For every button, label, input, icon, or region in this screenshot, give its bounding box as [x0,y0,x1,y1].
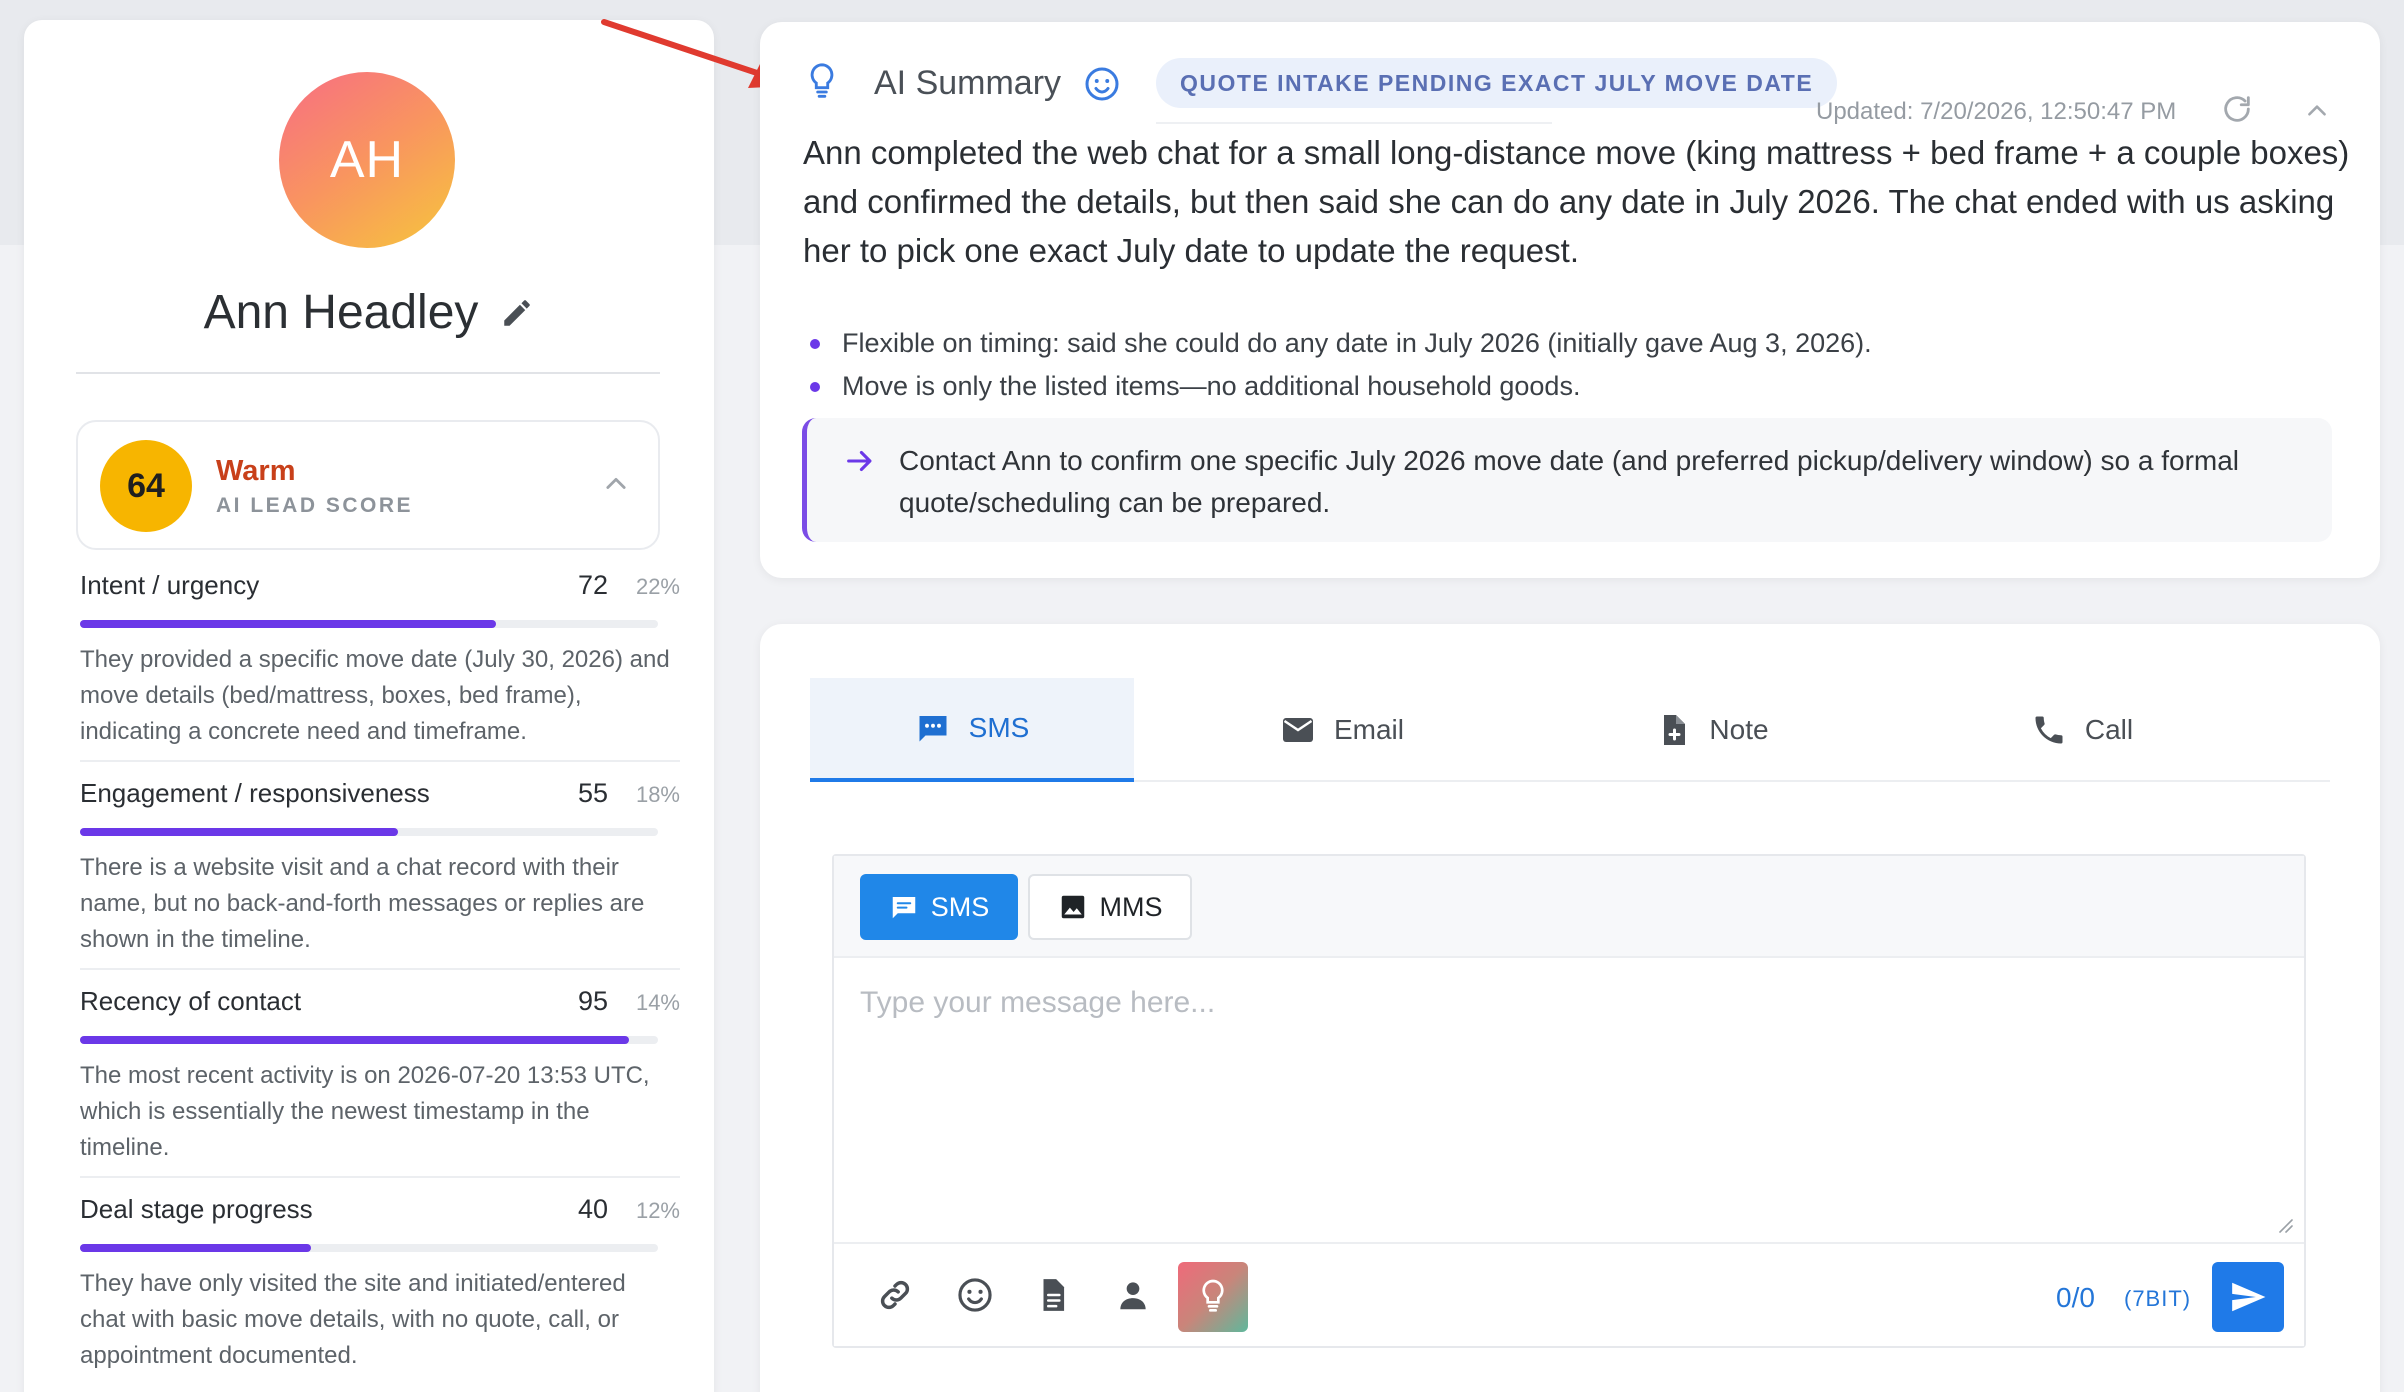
lightbulb-icon [804,62,840,102]
sms-mode-label: SMS [930,891,990,922]
contact-name-row: Ann Headley [24,285,714,340]
character-count: 0/0 [2056,1282,2095,1313]
ai-summary-title: AI Summary [874,64,1062,102]
metric-score: 40 [577,1194,608,1224]
metric-progress-track [80,620,658,628]
metric-description: The most recent activity is on 2026-07-2… [80,1062,650,1161]
metric-header: Intent / urgency 72 22% [80,570,680,610]
tab-label: SMS [968,712,1030,743]
message-type-toolbar: SMS MMS [834,856,2304,958]
tab-note[interactable]: Note [1550,678,1874,782]
summary-bullets: Flexible on timing: said she could do an… [810,322,2310,408]
metric-progress-track [80,828,658,836]
metric-score: 72 [577,570,608,600]
composer-toolbar: 0/0 (7BIT) [834,1242,2304,1346]
metric-weight: 14% [635,990,680,1015]
link-icon[interactable] [876,1276,914,1314]
metric-engagement: Engagement / responsiveness 55 18% There… [80,778,680,958]
pencil-icon[interactable] [500,296,534,330]
message-composer-card: SMS Email Note Call SMS MMS Type your me… [760,624,2380,1392]
metric-divider [80,1176,680,1178]
chat-bubble-icon [889,892,919,922]
lead-score-value: 64 [127,466,165,505]
lightbulb-icon [1197,1278,1229,1316]
image-icon [1058,892,1088,922]
summary-text: Ann completed the web chat for a small l… [803,134,2350,269]
send-button[interactable] [2212,1262,2284,1332]
avatar-initials: AH [329,131,405,189]
arrow-right-icon [843,444,877,478]
mms-mode-label: MMS [1099,891,1163,922]
divider [76,372,660,374]
metric-deal-stage: Deal stage progress 40 12% They have onl… [80,1194,680,1374]
metric-progress-fill [80,620,497,628]
tab-label: Email [1333,714,1404,745]
resize-handle-icon[interactable] [2276,1216,2294,1234]
metric-divider [80,968,680,970]
metric-name: Deal stage progress [80,1194,313,1224]
metric-weight: 18% [635,782,680,807]
tab-label: Note [1709,714,1769,745]
metric-name: Engagement / responsiveness [80,778,430,808]
phone-icon [2031,712,2067,748]
metric-intent: Intent / urgency 72 22% They provided a … [80,570,680,750]
contact-name: Ann Headley [203,286,479,339]
avatar: AH [279,72,455,248]
divider [1156,122,1552,124]
list-item: Flexible on timing: said she could do an… [810,322,2310,365]
chevron-up-icon[interactable] [2304,98,2330,124]
metric-progress-fill [80,1244,312,1252]
metric-divider [80,760,680,762]
next-action-box: Contact Ann to confirm one specific July… [802,418,2332,542]
channel-tabs: SMS Email Note Call [810,678,2330,782]
lead-score-sublabel: AI LEAD SCORE [216,494,414,517]
metric-progress-fill [80,1036,630,1044]
chevron-up-icon[interactable] [602,470,630,498]
metric-name: Intent / urgency [80,570,260,600]
lead-score-card[interactable]: 64 Warm AI LEAD SCORE [76,420,660,550]
note-add-icon [1655,712,1691,748]
metric-weight: 12% [635,1198,680,1223]
template-document-icon[interactable] [1034,1276,1072,1314]
next-action-text: Contact Ann to confirm one specific July… [899,445,2240,518]
metric-score: 55 [577,778,608,808]
metric-progress-track [80,1036,658,1044]
lead-score-badge: 64 [100,440,192,532]
send-icon [2229,1278,2267,1316]
chat-bubble-icon [915,710,951,746]
metric-progress-fill [80,828,398,836]
sms-mode-button[interactable]: SMS [860,874,1018,940]
lead-score-label: Warm [216,455,296,487]
status-badge: QUOTE INTAKE PENDING EXACT JULY MOVE DAT… [1156,58,1838,108]
metric-progress-track [80,1244,658,1252]
message-editor: SMS MMS 0/0 (7B [832,854,2306,1348]
contact-person-icon[interactable] [1114,1276,1152,1314]
metric-header: Recency of contact 95 14% [80,986,680,1026]
updated-timestamp: Updated: 7/20/2026, 12:50:47 PM [1816,98,2177,125]
smiley-icon [1084,66,1120,102]
tab-label: Call [2084,714,2134,745]
metric-description: There is a website visit and a chat reco… [80,854,645,953]
tab-email[interactable]: Email [1180,678,1504,782]
envelope-icon [1280,712,1316,748]
tab-sms[interactable]: SMS [810,678,1134,782]
encoding-label: (7BIT) [2124,1286,2192,1311]
refresh-icon[interactable] [2220,92,2254,126]
metric-score: 95 [577,986,608,1016]
ai-assist-button[interactable] [1178,1262,1248,1332]
metric-description: They provided a specific move date (July… [80,646,670,745]
tab-call[interactable]: Call [1920,678,2244,782]
mms-mode-button[interactable]: MMS [1028,874,1192,940]
metric-description: They have only visited the site and init… [80,1270,626,1369]
emoji-icon[interactable] [956,1276,994,1314]
list-item: Move is only the listed items—no additio… [810,365,2310,408]
ai-summary-card: AI Summary QUOTE INTAKE PENDING EXACT JU… [760,22,2380,578]
metric-weight: 22% [635,574,680,599]
message-input[interactable] [834,958,2304,1242]
metric-recency: Recency of contact 95 14% The most recen… [80,986,680,1166]
metric-header: Engagement / responsiveness 55 18% [80,778,680,818]
metric-name: Recency of contact [80,986,302,1016]
metric-header: Deal stage progress 40 12% [80,1194,680,1234]
